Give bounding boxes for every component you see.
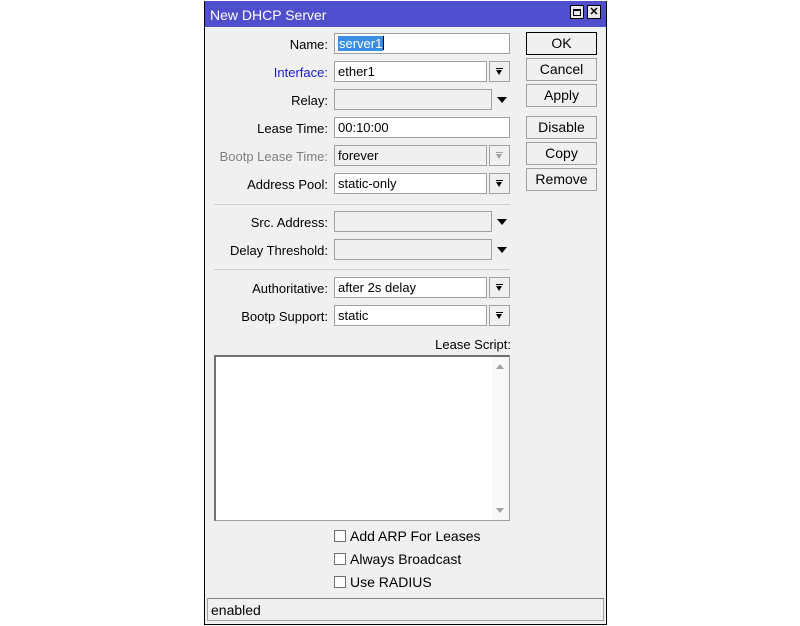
- copy-button[interactable]: Copy: [526, 142, 597, 165]
- relay-label: Relay:: [291, 93, 328, 108]
- authoritative-label: Authoritative:: [252, 281, 328, 296]
- title-bar[interactable]: New DHCP Server ✕: [205, 1, 606, 27]
- use-radius-checkbox[interactable]: [334, 576, 346, 588]
- apply-button[interactable]: Apply: [526, 84, 597, 107]
- bootp-support-label: Bootp Support:: [241, 309, 328, 324]
- add-arp-checkbox[interactable]: [334, 530, 346, 542]
- address-pool-label: Address Pool:: [247, 177, 328, 192]
- ok-button[interactable]: OK: [526, 32, 597, 55]
- authoritative-dropdown-button[interactable]: [489, 277, 510, 298]
- close-icon[interactable]: ✕: [587, 5, 601, 19]
- relay-input[interactable]: [334, 89, 492, 110]
- use-radius-label: Use RADIUS: [350, 574, 432, 590]
- address-pool-select[interactable]: static-only: [334, 173, 487, 194]
- maximize-icon[interactable]: [570, 5, 584, 19]
- remove-button[interactable]: Remove: [526, 168, 597, 191]
- status-bar: enabled: [207, 598, 604, 621]
- dropdown-icon: [496, 283, 503, 292]
- interface-dropdown-button[interactable]: [489, 61, 510, 82]
- always-broadcast-label: Always Broadcast: [350, 551, 462, 567]
- dropdown-icon: [496, 151, 503, 160]
- always-broadcast-checkbox-row[interactable]: Always Broadcast: [334, 551, 461, 567]
- scroll-down-icon[interactable]: [496, 508, 504, 513]
- address-pool-dropdown-button[interactable]: [489, 173, 510, 194]
- src-address-expand-icon[interactable]: [497, 219, 507, 225]
- bootp-lease-time-select[interactable]: forever: [334, 145, 487, 166]
- bootp-lease-time-dropdown-button[interactable]: [489, 145, 510, 166]
- add-arp-checkbox-row[interactable]: Add ARP For Leases: [334, 528, 480, 544]
- lease-time-label: Lease Time:: [257, 121, 328, 136]
- name-input[interactable]: server1: [334, 33, 510, 54]
- cancel-button[interactable]: Cancel: [526, 58, 597, 81]
- interface-label[interactable]: Interface:: [274, 65, 328, 80]
- dropdown-icon: [496, 311, 503, 320]
- scroll-up-icon[interactable]: [496, 364, 504, 369]
- text-caret: [383, 36, 385, 50]
- src-address-input[interactable]: [334, 211, 492, 232]
- separator: [214, 204, 510, 205]
- dhcp-server-window: New DHCP Server ✕ Name: server1 Interfac…: [204, 1, 607, 625]
- lease-script-textarea[interactable]: [214, 355, 510, 521]
- interface-select[interactable]: ether1: [334, 61, 487, 82]
- name-value: server1: [338, 36, 384, 51]
- window-title: New DHCP Server: [210, 7, 327, 23]
- authoritative-select[interactable]: after 2s delay: [334, 277, 487, 298]
- bootp-lease-time-label: Bootp Lease Time:: [219, 149, 328, 164]
- bootp-support-dropdown-button[interactable]: [489, 305, 510, 326]
- disable-button[interactable]: Disable: [526, 116, 597, 139]
- vertical-scrollbar[interactable]: [492, 357, 509, 520]
- delay-threshold-label: Delay Threshold:: [229, 243, 328, 258]
- dropdown-icon: [496, 67, 503, 76]
- src-address-label: Src. Address:: [250, 215, 328, 230]
- lease-script-label: Lease Script:: [435, 337, 511, 352]
- delay-threshold-expand-icon[interactable]: [497, 247, 507, 253]
- separator: [214, 269, 510, 270]
- dropdown-icon: [496, 179, 503, 188]
- lease-time-input[interactable]: 00:10:00: [334, 117, 510, 138]
- bootp-support-select[interactable]: static: [334, 305, 487, 326]
- delay-threshold-input[interactable]: [334, 239, 492, 260]
- add-arp-label: Add ARP For Leases: [350, 528, 481, 544]
- name-label: Name:: [289, 37, 328, 52]
- status-text: enabled: [211, 602, 261, 618]
- always-broadcast-checkbox[interactable]: [334, 553, 346, 565]
- use-radius-checkbox-row[interactable]: Use RADIUS: [334, 574, 432, 590]
- relay-expand-icon[interactable]: [497, 97, 507, 103]
